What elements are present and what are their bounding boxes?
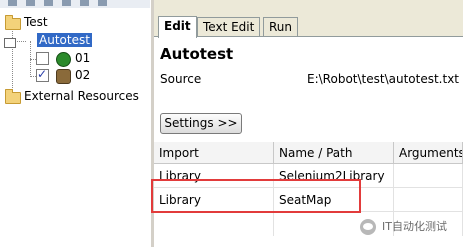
- toolbar-icon[interactable]: [80, 0, 89, 6]
- project-tree: Test Autotest 01 02 External Resources: [0, 8, 151, 247]
- toolbar-icon[interactable]: [98, 0, 107, 6]
- tab-run[interactable]: Run: [263, 17, 299, 36]
- tree-item-autotest[interactable]: Autotest: [37, 33, 92, 47]
- table-cell[interactable]: [394, 188, 463, 212]
- folder-icon: [5, 15, 21, 30]
- settings-button[interactable]: Settings >>: [160, 113, 242, 134]
- column-header-import[interactable]: Import: [154, 142, 274, 164]
- toolbar-icon[interactable]: [44, 0, 53, 6]
- column-header-arguments[interactable]: Arguments: [394, 142, 463, 164]
- test-01-checkbox[interactable]: [36, 52, 49, 65]
- tab-text-edit[interactable]: Text Edit: [197, 17, 261, 36]
- external-resources-icon: [5, 89, 21, 104]
- tab-edit[interactable]: Edit: [158, 16, 197, 38]
- toolbar-icon[interactable]: [62, 0, 71, 6]
- toolbar-icon[interactable]: [8, 0, 17, 6]
- robot-pass-icon: [56, 52, 71, 67]
- column-header-name-path[interactable]: Name / Path: [274, 142, 394, 164]
- tree-item-test[interactable]: Test: [24, 15, 48, 29]
- tree-item-02[interactable]: 02: [75, 68, 90, 82]
- source-label: Source: [160, 72, 202, 86]
- test-02-checkbox[interactable]: [36, 67, 49, 82]
- suite-title: Autotest: [160, 45, 234, 63]
- tree-connector: [30, 41, 31, 75]
- highlight-box: [151, 179, 361, 213]
- tab-bar: Edit Text Edit Run: [154, 16, 463, 38]
- robot-icon: [56, 69, 71, 84]
- source-path: E:\Robot\test\autotest.txt: [307, 72, 459, 86]
- suite-icon: [4, 38, 16, 48]
- tree-item-01[interactable]: 01: [75, 51, 90, 65]
- wechat-icon: [360, 219, 376, 235]
- watermark-text: IT自动化测试: [382, 220, 447, 233]
- tree-connector: [12, 20, 13, 96]
- watermark: IT自动化测试: [360, 217, 460, 237]
- table-cell[interactable]: [154, 212, 274, 236]
- toolbar-icon[interactable]: [26, 0, 35, 6]
- table-cell[interactable]: [394, 164, 463, 188]
- tree-item-external-resources[interactable]: External Resources: [24, 89, 139, 103]
